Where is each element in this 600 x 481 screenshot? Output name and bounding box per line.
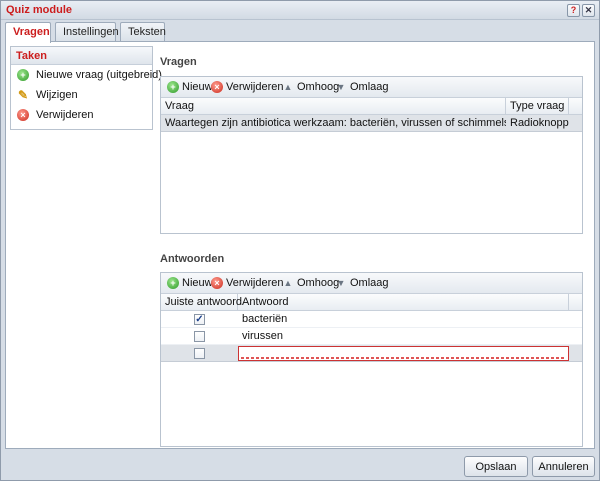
arrow-up-icon: ▲	[283, 278, 293, 288]
answers-section-title: Antwoorden	[160, 253, 225, 265]
delete-icon: ×	[17, 109, 29, 121]
answer-edit-input[interactable]	[238, 346, 569, 361]
sidebar-item-delete[interactable]: × Verwijderen	[11, 105, 152, 125]
table-row[interactable]: Waartegen zijn antibiotica werkzaam: bac…	[161, 115, 582, 132]
correct-answer-checkbox[interactable]	[194, 348, 205, 359]
table-row[interactable]	[161, 345, 582, 362]
column-header-question[interactable]: Vraag	[161, 98, 506, 115]
answers-delete-button[interactable]: × Verwijderen	[211, 277, 283, 291]
questions-section-title: Vragen	[160, 56, 197, 68]
questions-toolbar: + Nieuw × Verwijderen ▲ Omhoog ▼ Omlaag	[161, 77, 582, 98]
button-label: Verwijderen	[226, 81, 284, 93]
button-label: Nieuw	[182, 277, 213, 289]
correct-answer-checkbox[interactable]	[194, 331, 205, 342]
answers-down-button[interactable]: ▼ Omlaag	[335, 277, 389, 291]
answers-grid-header: Juiste antwoord Antwoord	[161, 294, 582, 311]
sidebar-item-edit[interactable]: ✎ Wijzigen	[11, 85, 152, 105]
questions-new-button[interactable]: + Nieuw	[167, 81, 213, 95]
add-icon: +	[17, 69, 29, 81]
questions-up-button[interactable]: ▲ Omhoog	[282, 81, 340, 95]
button-label: Omlaag	[350, 81, 389, 93]
pencil-icon: ✎	[17, 88, 29, 102]
answers-new-button[interactable]: + Nieuw	[167, 277, 213, 291]
questions-panel: + Nieuw × Verwijderen ▲ Omhoog ▼ Omlaag …	[160, 76, 583, 234]
button-label: Verwijderen	[226, 277, 284, 289]
questions-down-button[interactable]: ▼ Omlaag	[335, 81, 389, 95]
answers-toolbar: + Nieuw × Verwijderen ▲ Omhoog ▼ Omlaag	[161, 273, 582, 294]
button-label: Omhoog	[297, 277, 340, 289]
tab-vragen[interactable]: Vragen	[5, 22, 51, 43]
answers-up-button[interactable]: ▲ Omhoog	[282, 277, 340, 291]
column-header-type[interactable]: Type vraag	[506, 98, 569, 115]
question-type-cell: Radioknoppen	[510, 117, 569, 129]
tasks-title: Taken	[11, 47, 152, 65]
title-bar: Quiz module ? ✕	[1, 1, 599, 20]
correct-answer-checkbox[interactable]: ✓	[194, 314, 205, 325]
arrow-up-icon: ▲	[283, 82, 293, 92]
column-header-answer[interactable]: Antwoord	[238, 294, 569, 311]
add-icon: +	[167, 277, 179, 289]
tab-instellingen[interactable]: Instellingen	[55, 22, 119, 42]
quiz-module-window: Quiz module ? ✕ Vragen Instellingen Teks…	[0, 0, 600, 481]
delete-icon: ×	[211, 277, 223, 289]
close-icon[interactable]: ✕	[582, 4, 595, 17]
delete-icon: ×	[211, 81, 223, 93]
tab-content: Taken + Nieuwe vraag (uitgebreid) ✎ Wijz…	[5, 41, 595, 449]
arrow-down-icon: ▼	[336, 278, 346, 288]
button-label: Omlaag	[350, 277, 389, 289]
table-row[interactable]: virussen	[161, 328, 582, 345]
sidebar-item-new-question[interactable]: + Nieuwe vraag (uitgebreid)	[11, 65, 162, 85]
question-cell: Waartegen zijn antibiotica werkzaam: bac…	[165, 117, 506, 129]
answer-cell: bacteriën	[242, 313, 288, 325]
sidebar-item-label: Nieuwe vraag (uitgebreid)	[36, 69, 162, 81]
tab-teksten[interactable]: Teksten	[120, 22, 166, 42]
tasks-panel: Taken + Nieuwe vraag (uitgebreid) ✎ Wijz…	[10, 46, 162, 130]
save-button[interactable]: Opslaan	[464, 456, 528, 477]
arrow-down-icon: ▼	[336, 82, 346, 92]
button-label: Omhoog	[297, 81, 340, 93]
table-row[interactable]: ✓ bacteriën	[161, 311, 582, 328]
button-label: Nieuw	[182, 81, 213, 93]
help-icon[interactable]: ?	[567, 4, 580, 17]
window-title: Quiz module	[6, 4, 72, 16]
sidebar-item-label: Wijzigen	[36, 89, 78, 101]
questions-grid-header: Vraag Type vraag	[161, 98, 582, 115]
add-icon: +	[167, 81, 179, 93]
answer-cell: virussen	[242, 330, 283, 342]
answers-panel: + Nieuw × Verwijderen ▲ Omhoog ▼ Omlaag …	[160, 272, 583, 447]
sidebar-item-label: Verwijderen	[36, 109, 94, 121]
column-header-correct[interactable]: Juiste antwoord	[161, 294, 242, 311]
questions-delete-button[interactable]: × Verwijderen	[211, 81, 283, 95]
cancel-button[interactable]: Annuleren	[532, 456, 595, 477]
